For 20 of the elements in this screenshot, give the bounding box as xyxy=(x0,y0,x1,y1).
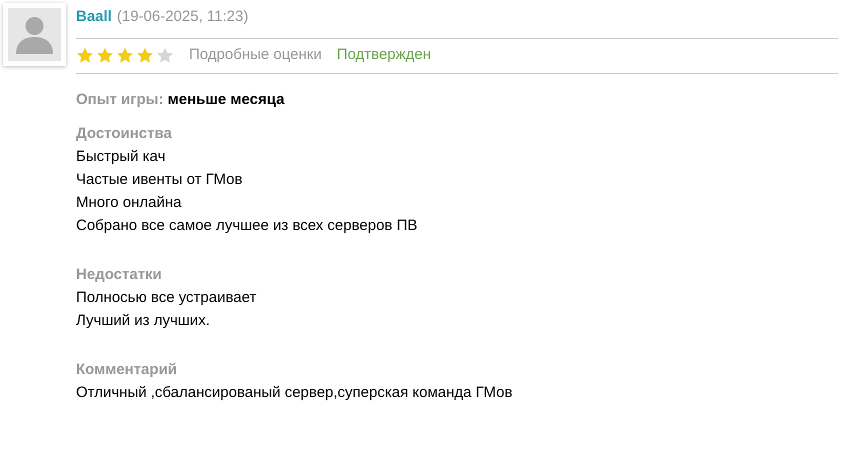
detailed-ratings-link[interactable]: Подробные оценки xyxy=(189,44,322,67)
section-line: Частые ивенты от ГМов xyxy=(76,170,244,190)
verified-status: Подтвержден xyxy=(336,45,432,66)
section-title: Достоинства xyxy=(76,124,173,144)
experience-line: Опыт игры: меньше месяца xyxy=(76,90,286,110)
section-line: Быстрый кач xyxy=(76,147,166,167)
section-line: Лучший из лучших. xyxy=(76,311,211,331)
section-line: Собрано все самое лучшее из всех серверов ПВ xyxy=(76,216,418,236)
star-icon xyxy=(136,47,154,64)
author-name[interactable]: Baall xyxy=(76,6,112,28)
section-line: Отличный ,сбалансированый сервер,суперская команда ГМов xyxy=(76,383,514,403)
section-title: Комментарий xyxy=(76,360,178,380)
star-icon xyxy=(116,47,134,64)
star-icon xyxy=(76,47,94,64)
section-line: Полносью все устраивает xyxy=(76,288,258,308)
section-line: Много онлайна xyxy=(76,193,182,213)
star-icon xyxy=(156,47,174,64)
review-date: (19-06-2025, 11:23) xyxy=(116,7,248,27)
star-icon xyxy=(96,47,114,64)
section-title: Недостатки xyxy=(76,265,163,285)
